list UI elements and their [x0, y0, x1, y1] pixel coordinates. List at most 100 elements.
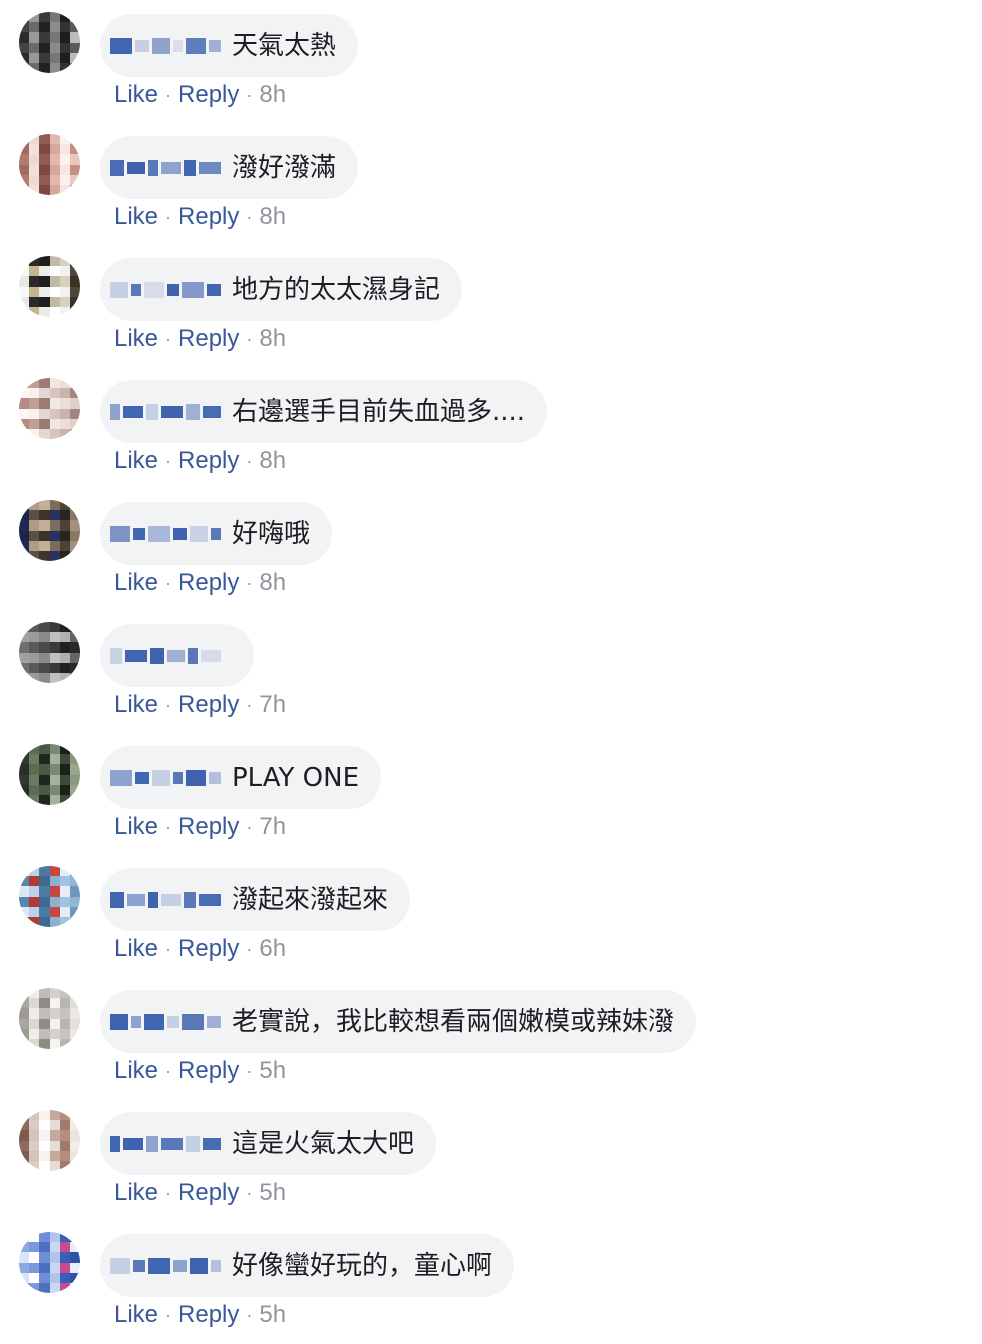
comment-actions: Like · Reply · 6h [114, 934, 286, 964]
separator-dot: · [165, 939, 172, 959]
separator-dot: · [165, 695, 172, 715]
comment-actions: Like · Reply · 5h [114, 1178, 286, 1208]
comment-actions: Like · Reply · 8h [114, 202, 286, 232]
avatar[interactable] [19, 134, 80, 195]
comment-text: 右邊選手目前失血過多.... [232, 396, 526, 427]
comment-bubble: 好嗨哦 [100, 502, 333, 565]
separator-dot: · [246, 939, 253, 959]
comment-text: 老實說，我比較想看兩個嫩模或辣妹潑 [232, 1006, 675, 1037]
comment-text: PLAY ONE [232, 762, 360, 793]
commenter-name-redacted[interactable] [110, 1130, 224, 1158]
reply-link[interactable]: Reply [178, 1300, 239, 1330]
timestamp[interactable]: 5h [259, 1056, 286, 1086]
like-link[interactable]: Like [114, 1178, 158, 1208]
timestamp[interactable]: 8h [259, 80, 286, 110]
commenter-name-redacted[interactable] [110, 1008, 224, 1036]
timestamp[interactable]: 7h [259, 812, 286, 842]
avatar[interactable] [19, 1232, 80, 1293]
like-link[interactable]: Like [114, 812, 158, 842]
comment-text: 天氣太熱 [232, 30, 337, 61]
like-link[interactable]: Like [114, 80, 158, 110]
comment-text: 地方的太太濕身記 [232, 274, 441, 305]
timestamp[interactable]: 7h [259, 690, 286, 720]
separator-dot: · [165, 85, 172, 105]
comment-actions: Like · Reply · 8h [114, 446, 286, 476]
timestamp[interactable]: 8h [259, 202, 286, 232]
comment-text: 好像蠻好玩的，童心啊 [232, 1250, 493, 1281]
comment-bubble: 潑起來潑起來 [100, 868, 411, 931]
comment-bubble: PLAY ONE [100, 746, 382, 809]
commenter-name-redacted[interactable] [110, 886, 224, 914]
comment-item: 好嗨哦 Like · Reply · 8h [0, 488, 982, 610]
like-link[interactable]: Like [114, 1056, 158, 1086]
comment-item: 這是火氣太大吧 Like · Reply · 5h [0, 1098, 982, 1220]
avatar[interactable] [19, 256, 80, 317]
separator-dot: · [246, 695, 253, 715]
commenter-name-redacted[interactable] [110, 764, 224, 792]
separator-dot: · [165, 329, 172, 349]
comment-item: 老實說，我比較想看兩個嫩模或辣妹潑 Like · Reply · 5h [0, 976, 982, 1098]
commenter-name-redacted[interactable] [110, 520, 224, 548]
separator-dot: · [246, 1305, 253, 1325]
avatar[interactable] [19, 1110, 80, 1171]
comment-text: 這是火氣太大吧 [232, 1128, 415, 1159]
like-link[interactable]: Like [114, 690, 158, 720]
reply-link[interactable]: Reply [178, 934, 239, 964]
comment-item: 潑起來潑起來 Like · Reply · 6h [0, 854, 982, 976]
avatar[interactable] [19, 500, 80, 561]
separator-dot: · [246, 1061, 253, 1081]
comment-item: 地方的太太濕身記 Like · Reply · 8h [0, 244, 982, 366]
avatar[interactable] [19, 866, 80, 927]
avatar[interactable] [19, 12, 80, 73]
comment-bubble: 老實說，我比較想看兩個嫩模或辣妹潑 [100, 990, 697, 1053]
comment-bubble [100, 624, 254, 687]
comment-text: 潑好潑滿 [232, 152, 337, 183]
separator-dot: · [165, 1061, 172, 1081]
avatar[interactable] [19, 744, 80, 805]
comment-list: 天氣太熱 Like · Reply · 8h 潑好潑滿 Like · Reply · 8h 地方的太太濕… [0, 0, 982, 1344]
separator-dot: · [246, 817, 253, 837]
comment-bubble: 右邊選手目前失血過多.... [100, 380, 548, 443]
avatar[interactable] [19, 378, 80, 439]
avatar[interactable] [19, 622, 80, 683]
comment-actions: Like · Reply · 5h [114, 1056, 286, 1086]
separator-dot: · [246, 1183, 253, 1203]
timestamp[interactable]: 5h [259, 1300, 286, 1330]
reply-link[interactable]: Reply [178, 80, 239, 110]
reply-link[interactable]: Reply [178, 446, 239, 476]
reply-link[interactable]: Reply [178, 1178, 239, 1208]
commenter-name-redacted[interactable] [110, 398, 224, 426]
timestamp[interactable]: 8h [259, 568, 286, 598]
commenter-name-redacted[interactable] [110, 642, 224, 670]
comment-text: 潑起來潑起來 [232, 884, 389, 915]
reply-link[interactable]: Reply [178, 1056, 239, 1086]
timestamp[interactable]: 8h [259, 446, 286, 476]
like-link[interactable]: Like [114, 324, 158, 354]
timestamp[interactable]: 6h [259, 934, 286, 964]
like-link[interactable]: Like [114, 446, 158, 476]
reply-link[interactable]: Reply [178, 324, 239, 354]
commenter-name-redacted[interactable] [110, 276, 224, 304]
comment-actions: Like · Reply · 7h [114, 812, 286, 842]
like-link[interactable]: Like [114, 1300, 158, 1330]
avatar[interactable] [19, 988, 80, 1049]
reply-link[interactable]: Reply [178, 690, 239, 720]
timestamp[interactable]: 5h [259, 1178, 286, 1208]
comment-text: 好嗨哦 [232, 518, 311, 549]
reply-link[interactable]: Reply [178, 568, 239, 598]
timestamp[interactable]: 8h [259, 324, 286, 354]
like-link[interactable]: Like [114, 202, 158, 232]
commenter-name-redacted[interactable] [110, 32, 224, 60]
commenter-name-redacted[interactable] [110, 1252, 224, 1280]
like-link[interactable]: Like [114, 568, 158, 598]
comment-item: Like · Reply · 7h [0, 610, 982, 732]
comment-item: 好像蠻好玩的，童心啊 Like · Reply · 5h [0, 1220, 982, 1342]
comment-actions: Like · Reply · 8h [114, 568, 286, 598]
commenter-name-redacted[interactable] [110, 154, 224, 182]
reply-link[interactable]: Reply [178, 202, 239, 232]
comment-bubble: 好像蠻好玩的，童心啊 [100, 1234, 515, 1297]
separator-dot: · [165, 573, 172, 593]
comment-actions: Like · Reply · 8h [114, 80, 286, 110]
reply-link[interactable]: Reply [178, 812, 239, 842]
like-link[interactable]: Like [114, 934, 158, 964]
